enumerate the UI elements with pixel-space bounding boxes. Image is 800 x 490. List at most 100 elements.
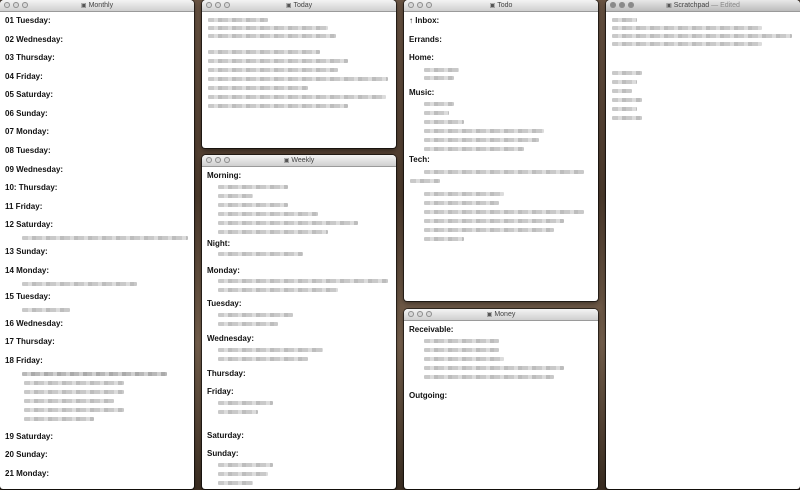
close-button[interactable] — [408, 2, 414, 8]
section-label: Home: — [409, 53, 434, 62]
redacted-text — [24, 381, 124, 385]
monthly-content[interactable]: 01 Tuesday: 02 Wednesday: 03 Thursday: 0… — [0, 12, 194, 489]
document-icon: ▣ — [285, 3, 292, 9]
window-controls — [206, 157, 230, 163]
redacted-text — [208, 104, 348, 108]
redacted-text — [424, 192, 504, 196]
section-label: Wednesday: — [207, 334, 254, 343]
redacted-text — [24, 390, 124, 394]
section-label: ↑ Inbox: — [409, 16, 440, 25]
window-title: Todo — [497, 2, 513, 9]
day-label: 21 Monday: — [5, 469, 50, 478]
window-controls — [610, 2, 634, 8]
monthly-titlebar[interactable]: ▣ Monthly — [0, 0, 194, 12]
weekly-content[interactable]: Morning: Night: Monday: Tuesday: Wednesd… — [202, 167, 396, 489]
redacted-text — [208, 18, 268, 22]
scratchpad-titlebar[interactable]: ▣ Scratchpad — Edited — [606, 0, 800, 12]
redacted-text — [424, 129, 544, 133]
redacted-text — [22, 282, 137, 286]
money-window[interactable]: ▣ Money Receivable: Outgoing: — [404, 309, 598, 489]
minimize-button[interactable] — [417, 311, 423, 317]
section-label: Music: — [409, 88, 435, 97]
zoom-button[interactable] — [628, 2, 634, 8]
minimize-button[interactable] — [417, 2, 423, 8]
section-label: Morning: — [207, 171, 242, 180]
document-icon: ▣ — [489, 3, 496, 9]
document-icon: ▣ — [666, 3, 672, 9]
today-window[interactable]: ▣ Today — [202, 0, 396, 148]
redacted-text — [612, 71, 642, 75]
scratchpad-window[interactable]: ▣ Scratchpad — Edited — [606, 0, 800, 489]
minimize-button[interactable] — [215, 2, 221, 8]
close-button[interactable] — [4, 2, 10, 8]
weekly-titlebar[interactable]: ▣ Weekly — [202, 155, 396, 167]
redacted-text — [218, 185, 288, 189]
redacted-text — [424, 111, 449, 115]
redacted-text — [612, 107, 637, 111]
money-content[interactable]: Receivable: Outgoing: — [404, 321, 598, 489]
redacted-text — [612, 80, 637, 84]
day-label: 14 Monday: — [5, 266, 50, 275]
zoom-button[interactable] — [426, 2, 432, 8]
redacted-text — [218, 472, 268, 476]
day-label: 19 Saturday: — [5, 432, 54, 441]
zoom-button[interactable] — [426, 311, 432, 317]
section-label: Outgoing: — [409, 391, 448, 400]
section-label: Saturday: — [207, 431, 244, 440]
redacted-text — [208, 86, 308, 90]
redacted-text — [612, 89, 632, 93]
redacted-text — [218, 279, 388, 283]
todo-titlebar[interactable]: ▣ Todo — [404, 0, 598, 12]
day-label: 11 Friday: — [5, 202, 43, 211]
minimize-button[interactable] — [619, 2, 625, 8]
zoom-button[interactable] — [224, 157, 230, 163]
redacted-text — [424, 210, 584, 214]
redacted-text — [424, 339, 499, 343]
redacted-text — [24, 399, 114, 403]
close-button[interactable] — [408, 311, 414, 317]
redacted-text — [424, 357, 504, 361]
todo-content[interactable]: ↑ Inbox: Errands: Home: Music: Tech: — [404, 12, 598, 301]
redacted-text — [424, 170, 584, 174]
today-content[interactable] — [202, 12, 396, 148]
redacted-text — [218, 348, 323, 352]
window-controls — [4, 2, 28, 8]
monthly-window[interactable]: ▣ Monthly 01 Tuesday: 02 Wednesday: 03 Th… — [0, 0, 194, 489]
window-title: Today — [293, 2, 313, 9]
section-label: Friday: — [207, 387, 234, 396]
redacted-text — [218, 463, 273, 467]
close-button[interactable] — [206, 157, 212, 163]
redacted-text — [218, 410, 258, 414]
zoom-button[interactable] — [224, 2, 230, 8]
redacted-text — [424, 348, 499, 352]
redacted-text — [218, 313, 293, 317]
redacted-text — [218, 194, 253, 198]
close-button[interactable] — [206, 2, 212, 8]
redacted-text — [424, 120, 464, 124]
redacted-text — [612, 26, 762, 30]
weekly-window[interactable]: ▣ Weekly Morning: Night: Monday: Tuesday:… — [202, 155, 396, 489]
day-label: 02 Wednesday: — [5, 35, 64, 44]
today-titlebar[interactable]: ▣ Today — [202, 0, 396, 12]
redacted-text — [208, 50, 320, 54]
document-icon: ▣ — [283, 158, 290, 164]
day-label: 03 Thursday: — [5, 53, 55, 62]
document-icon: ▣ — [80, 3, 87, 9]
redacted-text — [218, 401, 273, 405]
window-controls — [408, 311, 432, 317]
minimize-button[interactable] — [13, 2, 19, 8]
close-button[interactable] — [610, 2, 616, 8]
day-label: 08 Tuesday: — [5, 146, 51, 155]
todo-window[interactable]: ▣ Todo ↑ Inbox: Errands: Home: Music: Tec… — [404, 0, 598, 301]
redacted-text — [424, 68, 459, 72]
redacted-text — [424, 375, 554, 379]
day-label: 12 Saturday: — [5, 220, 54, 229]
day-label: 07 Monday: — [5, 127, 50, 136]
money-titlebar[interactable]: ▣ Money — [404, 309, 598, 321]
minimize-button[interactable] — [215, 157, 221, 163]
redacted-text — [424, 76, 454, 80]
scratchpad-content[interactable] — [606, 12, 800, 489]
redacted-text — [218, 288, 338, 292]
zoom-button[interactable] — [22, 2, 28, 8]
window-controls — [206, 2, 230, 8]
